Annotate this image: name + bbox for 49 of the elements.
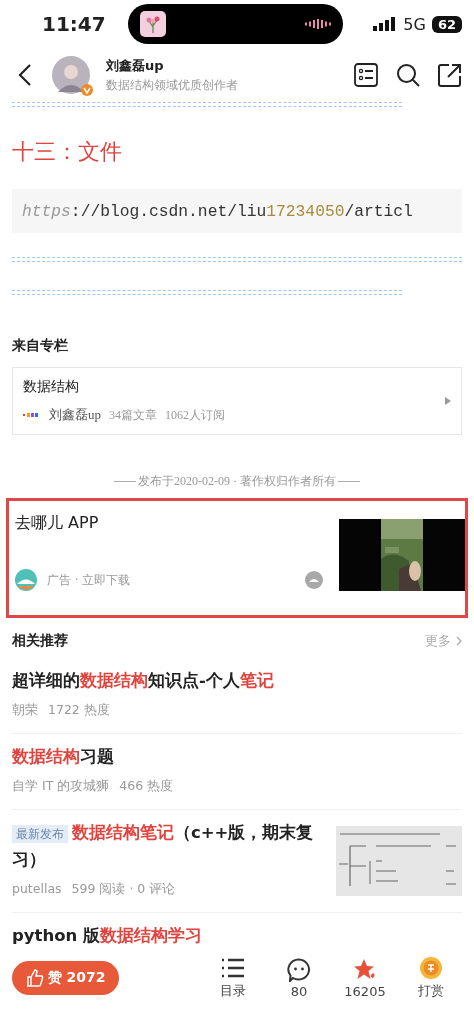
- action-button[interactable]: 80: [266, 957, 332, 999]
- article-title[interactable]: python 版数据结构学习: [12, 923, 462, 949]
- action-button[interactable]: 16205: [332, 957, 398, 999]
- author-name[interactable]: 刘鑫磊up: [106, 56, 354, 75]
- article-title[interactable]: 数据结构习题: [12, 744, 462, 770]
- star-icon: [353, 957, 377, 982]
- chevron-icon: [456, 636, 462, 646]
- network-label: 5G: [403, 14, 426, 34]
- search-icon[interactable]: [396, 63, 420, 87]
- comment-icon: [287, 957, 311, 982]
- ad-card[interactable]: 去哪儿 APP 广告 · 立即下载: [6, 498, 468, 618]
- section-title: 来自专栏: [12, 337, 69, 355]
- back-icon[interactable]: [18, 63, 32, 87]
- article-stats: 599 阅读 · 0 评论: [71, 881, 176, 898]
- waveform-icon: [305, 19, 331, 29]
- app-logo-icon: [15, 569, 37, 591]
- column-name: 数据结构: [23, 378, 80, 396]
- status-time: 11:47: [42, 12, 107, 36]
- article-count: 34篇文章: [109, 406, 157, 424]
- section-title: 相关推荐: [12, 632, 68, 650]
- battery-indicator: 62: [431, 15, 462, 33]
- column-author: 刘鑫磊up: [49, 406, 101, 424]
- publish-note: 发布于2020-02-09 · 著作权归作者所有: [138, 473, 336, 490]
- action-button[interactable]: 打赏: [398, 956, 464, 1000]
- article-title[interactable]: 最新发布 数据结构笔记（c++版，期末复习）: [12, 820, 326, 873]
- ad-label: 广告 · 立即下载: [47, 571, 132, 589]
- list-icon: [221, 956, 245, 980]
- thumbs-up-icon: [25, 969, 44, 987]
- action-button[interactable]: 目录: [200, 956, 266, 1000]
- article-author: putellas: [12, 881, 62, 898]
- subscriber-count: 1062人订阅: [165, 406, 225, 424]
- arrow-icon: [445, 397, 451, 405]
- column-card[interactable]: 数据结构 刘鑫磊up 34篇文章 1062人订阅: [12, 367, 462, 435]
- author-logo-icon: [23, 411, 41, 419]
- article-title[interactable]: 超详细的数据结构知识点-个人笔记: [12, 668, 462, 694]
- coin-icon: [419, 956, 443, 980]
- avatar[interactable]: [52, 56, 90, 94]
- article-stats: 1722 热度: [48, 702, 110, 719]
- article-author: 自学 IT 的攻城狮: [12, 778, 110, 795]
- author-subtitle: 数据结构领域优质创作者: [106, 76, 239, 94]
- code-line: https://blog.csdn.net/liu17234050/articl: [22, 201, 413, 221]
- article-author: 朝荣: [12, 702, 38, 719]
- section-heading: 十三：文件: [12, 138, 123, 166]
- signal-icon: [373, 17, 398, 31]
- like-button[interactable]: 赞 2072: [12, 961, 119, 995]
- article-stats: 466 热度: [119, 778, 174, 795]
- list-icon[interactable]: [354, 63, 378, 87]
- share-icon[interactable]: [438, 63, 462, 87]
- ad-title: 去哪儿 APP: [15, 513, 100, 534]
